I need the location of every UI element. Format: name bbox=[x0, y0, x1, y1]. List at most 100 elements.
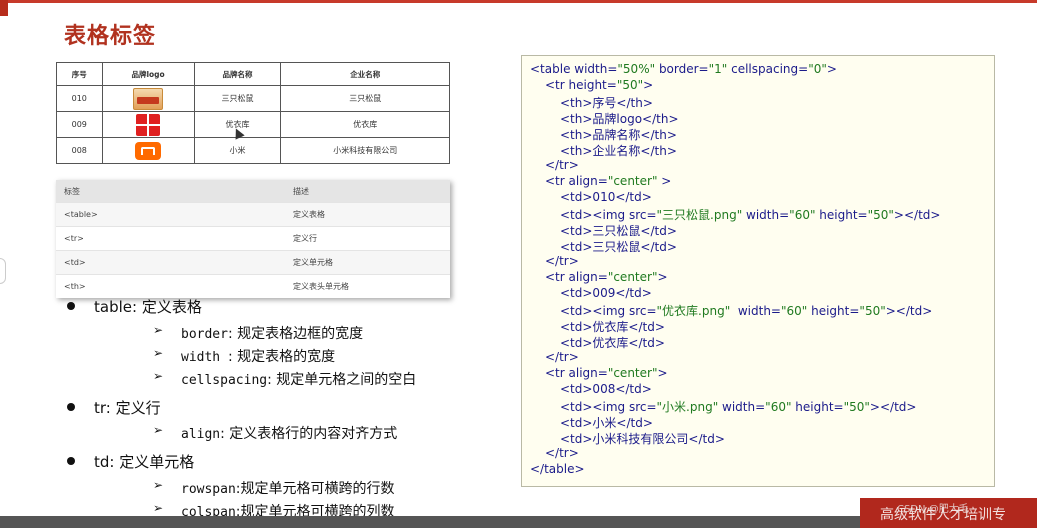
sub-item: ➢ rowspan:规定单元格可横跨的行数 bbox=[153, 478, 395, 498]
arrow-bullet-icon: ➢ bbox=[153, 323, 164, 337]
table-row: <table> 定义表格 bbox=[56, 202, 450, 227]
code-line: <th>品牌logo</th> bbox=[560, 112, 679, 126]
brand-table: 序号 品牌logo 品牌名称 企业名称 010 三只松鼠 三只松鼠 009 优衣… bbox=[56, 62, 450, 164]
sub-item: ➢ cellspacing: 规定单元格之间的空白 bbox=[153, 369, 417, 389]
top-accent-bar bbox=[0, 0, 1037, 3]
code-line: <td><img src="三只松鼠.png" width="60" heigh… bbox=[560, 208, 941, 222]
header-cell: 企业名称 bbox=[280, 62, 450, 86]
sub-item: ➢ width : 规定表格的宽度 bbox=[153, 346, 336, 366]
cell-id: 010 bbox=[56, 85, 103, 112]
sub-code: width bbox=[181, 350, 228, 365]
header-cell: 品牌logo bbox=[101, 62, 195, 86]
arrow-bullet-icon: ➢ bbox=[153, 423, 164, 437]
sub-desc: : 规定单元格之间的空白 bbox=[267, 372, 417, 388]
watermark: CSDN @肥大毛 bbox=[897, 504, 969, 515]
cell-tag: <th> bbox=[56, 274, 285, 298]
code-line: <td>三只松鼠</td> bbox=[560, 240, 677, 254]
bullet-term: tr bbox=[94, 399, 106, 417]
code-line: <td>小米科技有限公司</td> bbox=[560, 432, 725, 446]
header-cell: 标签 bbox=[56, 180, 285, 203]
side-handle[interactable] bbox=[0, 258, 6, 284]
cell-tag: <td> bbox=[56, 250, 285, 275]
cell-tag: <table> bbox=[56, 202, 285, 227]
slide-title: 表格标签 bbox=[64, 24, 157, 49]
sub-desc: :规定单元格可横跨的行数 bbox=[235, 481, 395, 497]
bullet-term: table bbox=[94, 298, 132, 316]
code-line: </tr> bbox=[545, 350, 579, 364]
bullet-term: td bbox=[94, 453, 110, 471]
cell-id: 009 bbox=[56, 111, 103, 138]
code-line: <table width="50%" border="1" cellspacin… bbox=[530, 62, 837, 76]
tag-table: 标签 描述 <table> 定义表格 <tr> 定义行 <td> 定义单元格 <th>… bbox=[56, 180, 450, 298]
code-line: </table> bbox=[530, 462, 585, 476]
bullet-td: td: 定义单元格 bbox=[67, 451, 195, 472]
cell-logo bbox=[101, 85, 195, 112]
arrow-bullet-icon: ➢ bbox=[153, 501, 164, 515]
three-squirrels-logo bbox=[133, 87, 164, 110]
sub-code: cellspacing bbox=[181, 373, 268, 388]
arrow-bullet-icon: ➢ bbox=[153, 478, 164, 492]
sub-desc: : 规定表格边框的宽度 bbox=[227, 326, 364, 342]
table-row: <tr> 定义行 bbox=[56, 226, 450, 251]
table-row: <th> 定义表头单元格 bbox=[56, 274, 450, 298]
cell-id: 008 bbox=[56, 137, 103, 164]
code-line: <td>009</td> bbox=[560, 286, 652, 300]
cell-desc: 定义单元格 bbox=[285, 250, 450, 275]
cell-brand: 三只松鼠 bbox=[193, 85, 282, 112]
bullet-dot-icon bbox=[67, 302, 75, 310]
sub-code: rowspan bbox=[181, 482, 236, 497]
code-line: </tr> bbox=[545, 158, 579, 172]
sub-code: align bbox=[181, 427, 221, 442]
cell-logo bbox=[101, 111, 195, 138]
code-line: </tr> bbox=[545, 446, 579, 460]
brand-table-header: 序号 品牌logo 品牌名称 企业名称 bbox=[56, 62, 450, 86]
header-cell: 描述 bbox=[285, 180, 450, 203]
cell-desc: 定义表头单元格 bbox=[285, 274, 450, 298]
cell-desc: 定义行 bbox=[285, 226, 450, 251]
cell-company: 三只松鼠 bbox=[280, 85, 450, 112]
code-line: <td>小米</td> bbox=[560, 416, 653, 430]
bullet-desc: : 定义单元格 bbox=[109, 453, 195, 471]
code-line: <td><img src="优衣库.png" width="60" height… bbox=[560, 304, 933, 318]
cell-company: 优衣库 bbox=[280, 111, 450, 138]
bullet-tr: tr: 定义行 bbox=[67, 397, 161, 418]
code-line: <td>008</td> bbox=[560, 382, 652, 396]
arrow-bullet-icon: ➢ bbox=[153, 346, 164, 360]
cell-tag: <tr> bbox=[56, 226, 285, 251]
code-line: <td><img src="小米.png" width="60" height=… bbox=[560, 400, 917, 414]
code-line: <tr height="50"> bbox=[545, 78, 654, 92]
cell-brand: 小米 bbox=[193, 137, 282, 164]
code-line: <td>优衣库</td> bbox=[560, 336, 665, 350]
code-line: <th>序号</th> bbox=[560, 96, 653, 110]
tag-table-header: 标签 描述 bbox=[56, 180, 450, 203]
code-line: <tr align="center"> bbox=[545, 270, 668, 284]
code-line: <td>010</td> bbox=[560, 190, 652, 204]
code-line: <th>企业名称</th> bbox=[560, 144, 677, 158]
code-line: <tr align="center"> bbox=[545, 366, 668, 380]
bullet-dot-icon bbox=[67, 403, 75, 411]
code-panel: <table width="50%" border="1" cellspacin… bbox=[521, 55, 995, 487]
code-line: <td>三只松鼠</td> bbox=[560, 224, 677, 238]
sub-desc: : 规定表格的宽度 bbox=[227, 349, 336, 365]
bullet-dot-icon bbox=[67, 457, 75, 465]
code-line: </tr> bbox=[545, 254, 579, 268]
header-cell: 序号 bbox=[56, 62, 103, 86]
cell-desc: 定义表格 bbox=[285, 202, 450, 227]
table-row: 010 三只松鼠 三只松鼠 bbox=[56, 85, 450, 112]
code-line: <th>品牌名称</th> bbox=[560, 128, 677, 142]
arrow-bullet-icon: ➢ bbox=[153, 369, 164, 383]
xiaomi-logo bbox=[135, 141, 162, 160]
left-accent-mark bbox=[0, 0, 8, 16]
code-line: <td>优衣库</td> bbox=[560, 320, 665, 334]
bullet-desc: : 定义行 bbox=[105, 399, 161, 417]
sub-item: ➢ align: 定义表格行的内容对齐方式 bbox=[153, 423, 398, 443]
sub-item: ➢ border: 规定表格边框的宽度 bbox=[153, 323, 364, 343]
table-row: 009 优衣库 优衣库 bbox=[56, 111, 450, 138]
sub-desc: : 定义表格行的内容对齐方式 bbox=[220, 426, 398, 442]
bullet-table: table: 定义表格 bbox=[67, 296, 202, 317]
cell-logo bbox=[101, 137, 195, 164]
code-line: <tr align="center" > bbox=[545, 174, 672, 188]
table-row: 008 小米 小米科技有限公司 bbox=[56, 137, 450, 164]
uniqlo-logo bbox=[136, 113, 161, 136]
header-cell: 品牌名称 bbox=[193, 62, 282, 86]
